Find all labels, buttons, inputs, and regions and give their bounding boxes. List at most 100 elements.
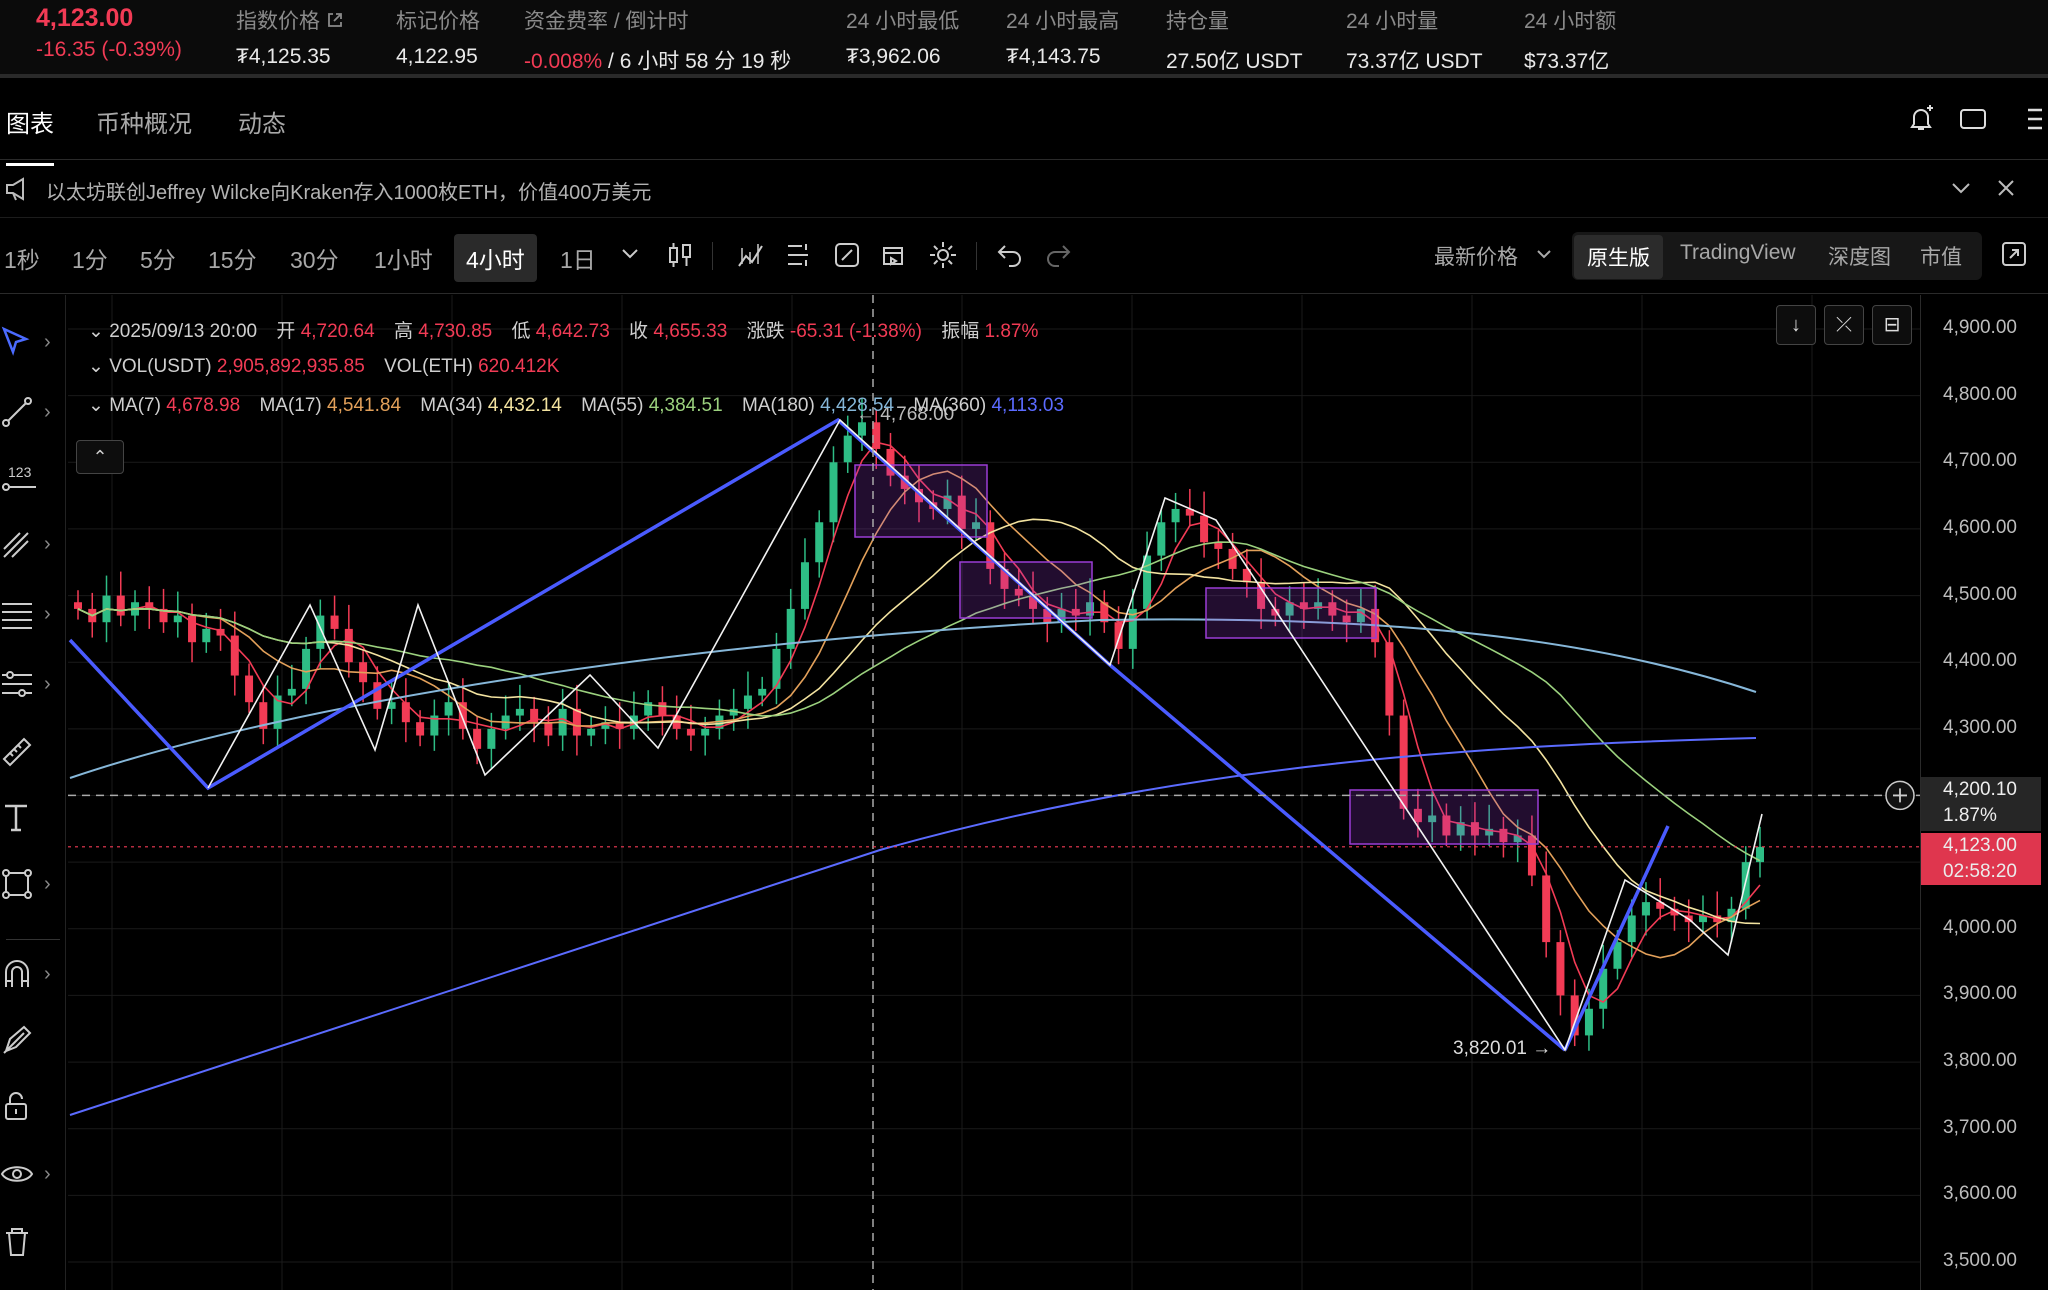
- pitchfork-icon: [3, 532, 29, 558]
- price-axis[interactable]: 4,900.00 4,800.00 4,700.00 4,600.00 4,500.00…: [1920, 295, 2048, 1290]
- speaker-icon: [6, 177, 24, 201]
- candle-body: [1214, 542, 1223, 549]
- settings-icon[interactable]: [928, 240, 958, 270]
- fib-tool[interactable]: ›: [0, 597, 51, 636]
- candle-body: [1556, 942, 1565, 996]
- trough-annotation: 3,820.01 →: [1453, 1038, 1551, 1059]
- tf-15m[interactable]: 15分: [208, 241, 257, 275]
- funding-rate-value: -0.008%: [524, 50, 603, 73]
- candle-body: [487, 728, 496, 749]
- text-tool[interactable]: [0, 801, 34, 840]
- low-24h-stat: 24 小时最低 ₮3,962.06: [846, 5, 959, 69]
- candle-body: [800, 562, 809, 609]
- candle-body: [1171, 508, 1180, 523]
- mode-native[interactable]: 原生版: [1574, 235, 1663, 279]
- stat-label: 资金费率 / 倒计时: [524, 10, 689, 33]
- pitchfork-tool[interactable]: ›: [0, 527, 51, 566]
- price-chart[interactable]: ← 4,768.003,820.01 →: [68, 295, 1920, 1290]
- shape-tool[interactable]: ›: [0, 867, 51, 906]
- fullscreen-icon[interactable]: [1958, 104, 1988, 134]
- replay-icon[interactable]: [880, 240, 910, 270]
- chevron-down-icon[interactable]: [1536, 248, 1552, 260]
- candle-body: [815, 522, 824, 563]
- collapse-legend-button[interactable]: ⌃: [76, 440, 124, 474]
- drawing-toolbar: › › 123 › › › › › ›: [0, 295, 66, 1290]
- candle-body: [330, 615, 339, 629]
- vol-usdt-label: VOL(USDT): [109, 356, 212, 377]
- volume-legend: ⌄ VOL(USDT) 2,905,892,935.85 VOL(ETH) 62…: [88, 355, 559, 378]
- tf-1d[interactable]: 1日: [560, 241, 596, 275]
- ma17-label: MA(17): [259, 395, 322, 416]
- chevron-down-icon[interactable]: ⌄: [88, 395, 104, 416]
- magnet-tool[interactable]: ›: [0, 957, 51, 996]
- candle-countdown: 02:58:20: [1943, 860, 2017, 882]
- price-tick: 4,500.00: [1943, 583, 2017, 605]
- price-tick: 4,900.00: [1943, 317, 2017, 338]
- tab-coin-overview[interactable]: 币种概况: [96, 104, 192, 139]
- close-icon[interactable]: [1996, 178, 2016, 198]
- mode-depth[interactable]: 深度图: [1828, 241, 1891, 271]
- turnover-24h-stat: 24 小时额 $73.37亿: [1524, 5, 1616, 75]
- volume-24h-stat: 24 小时量 73.37亿 USDT: [1346, 5, 1483, 75]
- more-icon[interactable]: [2024, 104, 2044, 134]
- close-value: 4,655.33: [653, 321, 728, 342]
- tab-activity[interactable]: 动态: [238, 104, 286, 139]
- candle-body: [843, 435, 852, 463]
- external-link-icon[interactable]: [326, 11, 344, 29]
- tf-1h[interactable]: 1小时: [374, 241, 433, 275]
- mode-market-cap[interactable]: 市值: [1920, 241, 1962, 271]
- delete-tool[interactable]: [0, 1225, 34, 1264]
- svg-text:123: 123: [8, 464, 32, 480]
- reset-chart-button[interactable]: ⊟: [1872, 305, 1912, 345]
- news-text[interactable]: 以太坊联创Jeffrey Wilcke向Kraken存入1000枚ETH，价值4…: [46, 176, 651, 205]
- ma34-line: [77, 518, 1761, 925]
- tf-30m[interactable]: 30分: [290, 241, 339, 275]
- change-label: 涨跌: [746, 321, 785, 342]
- news-ticker[interactable]: 以太坊联创Jeffrey Wilcke向Kraken存入1000枚ETH，价值4…: [0, 160, 2048, 218]
- lock-tool[interactable]: [0, 1089, 34, 1128]
- chevron-down-icon[interactable]: [1950, 180, 1972, 196]
- chevron-down-icon[interactable]: ⌄: [88, 321, 104, 342]
- alarm-icon[interactable]: [1906, 104, 1936, 134]
- chevron-down-icon[interactable]: [620, 246, 640, 262]
- price-tick: 4,700.00: [1943, 450, 2017, 472]
- tf-5m[interactable]: 5分: [140, 241, 176, 275]
- tf-1s[interactable]: 1秒: [4, 241, 40, 275]
- visibility-tool[interactable]: ›: [0, 1157, 51, 1196]
- fibonacci-icon: [2, 603, 32, 629]
- draw-icon[interactable]: [832, 240, 862, 270]
- mark-price-stat: 标记价格 4,122.95: [396, 5, 480, 69]
- content-tabs: 图表 币种概况 动态: [0, 82, 2048, 166]
- indicator-icon[interactable]: [736, 240, 766, 270]
- expand-icon[interactable]: [2000, 240, 2028, 268]
- template-icon[interactable]: [784, 240, 814, 270]
- undo-icon[interactable]: [996, 240, 1024, 268]
- candle-body: [74, 602, 82, 609]
- price-range-tool[interactable]: 123: [0, 461, 40, 500]
- mode-tradingview[interactable]: TradingView: [1680, 241, 1796, 265]
- candle-body: [1641, 902, 1650, 916]
- tf-4h[interactable]: 4小时: [454, 234, 537, 282]
- ma180-label: MA(180): [741, 395, 815, 416]
- measure-tool[interactable]: [0, 735, 34, 774]
- high-value: 4,730.85: [418, 321, 493, 342]
- tab-chart[interactable]: 图表: [6, 104, 54, 166]
- candle-type-icon[interactable]: [666, 240, 694, 270]
- candle-body: [116, 595, 125, 616]
- chevron-down-icon[interactable]: ⌄: [88, 356, 104, 377]
- redo-icon[interactable]: [1044, 240, 1072, 268]
- consolidation-box: [1349, 789, 1539, 845]
- auto-scale-button[interactable]: ⤫: [1824, 305, 1864, 345]
- scroll-to-latest-button[interactable]: ↓: [1776, 305, 1816, 345]
- pattern-tool[interactable]: ›: [0, 667, 51, 706]
- tf-1m[interactable]: 1分: [72, 241, 108, 275]
- price-source-select[interactable]: 最新价格: [1434, 241, 1518, 271]
- price-tick: 4,000.00: [1943, 916, 2017, 938]
- candle-body: [1200, 515, 1209, 543]
- stat-value: 73.37亿 USDT: [1346, 50, 1483, 73]
- erase-draw-tool[interactable]: [0, 1023, 34, 1062]
- number-icon: 123: [2, 464, 36, 491]
- line-tool[interactable]: ›: [0, 395, 51, 434]
- cursor-tool[interactable]: ›: [0, 325, 51, 364]
- candle-body: [701, 728, 710, 736]
